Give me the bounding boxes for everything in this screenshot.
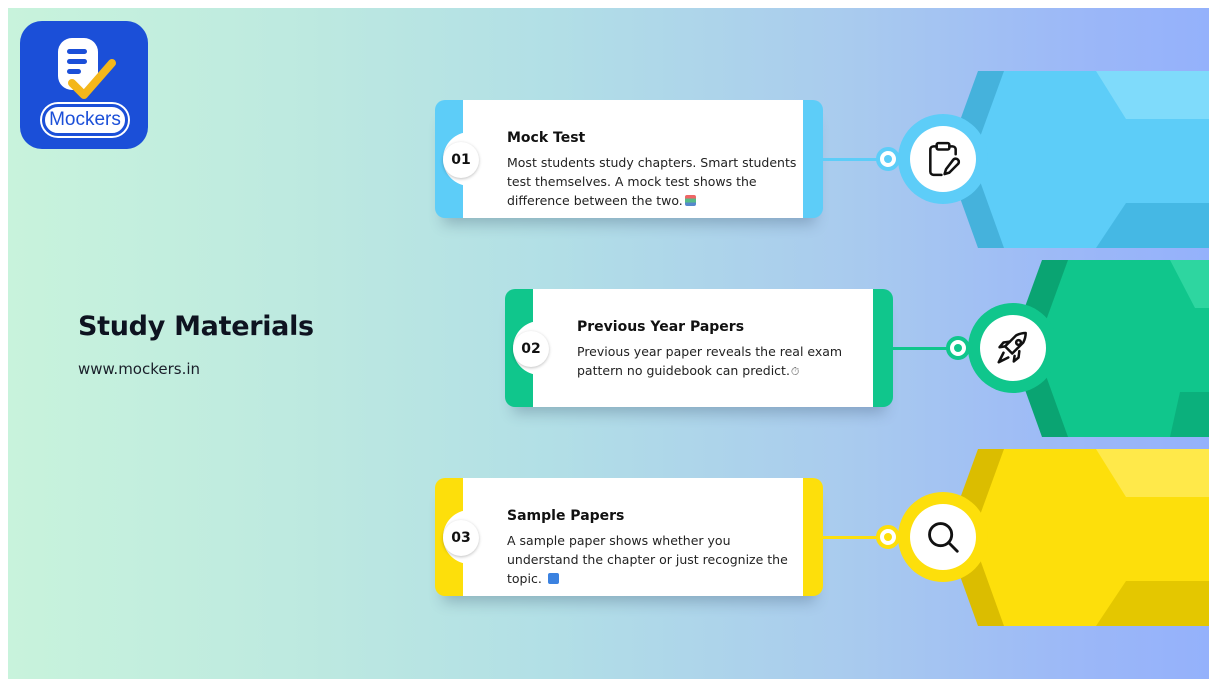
mockers-logo: Mockers	[20, 21, 148, 149]
page-title: Study Materials	[78, 311, 314, 342]
connector-dot	[946, 336, 970, 360]
icon-badge	[898, 492, 988, 582]
step-number: 03	[443, 520, 479, 556]
step-number: 01	[443, 142, 479, 178]
connector-dot	[876, 147, 900, 171]
step-title: Previous Year Papers	[577, 319, 745, 335]
step-card-sample-papers: 03 Sample Papers A sample paper shows wh…	[435, 478, 823, 596]
document-check-icon	[58, 38, 116, 99]
icon-badge	[898, 114, 988, 204]
clipboard-edit-icon	[929, 141, 961, 177]
stopwatch-emoji-icon: ⏱	[790, 365, 800, 378]
step-title: Mock Test	[507, 130, 586, 146]
step-card-mock-test: 01 Mock Test Most students study chapter…	[435, 100, 823, 218]
books-emoji-icon	[684, 195, 696, 206]
website-link[interactable]: www.mockers.in	[78, 360, 200, 378]
step-description: A sample paper shows whether you underst…	[507, 533, 788, 586]
step-title: Sample Papers	[507, 508, 625, 524]
logo-wordmark: Mockers	[42, 104, 128, 136]
step-description: Most students study chapters. Smart stud…	[507, 155, 797, 208]
blue-book-emoji-icon	[547, 573, 559, 584]
icon-badge	[968, 303, 1058, 393]
slide-canvas: Mockers Study Materials www.mockers.in 0…	[8, 8, 1209, 679]
step-card-previous-year-papers: 02 Previous Year Papers Previous year pa…	[505, 289, 893, 407]
connector-dot	[876, 525, 900, 549]
step-number: 02	[513, 331, 549, 367]
search-icon	[928, 522, 959, 553]
step-description: Previous year paper reveals the real exa…	[577, 344, 843, 378]
rocket-icon	[997, 331, 1027, 364]
